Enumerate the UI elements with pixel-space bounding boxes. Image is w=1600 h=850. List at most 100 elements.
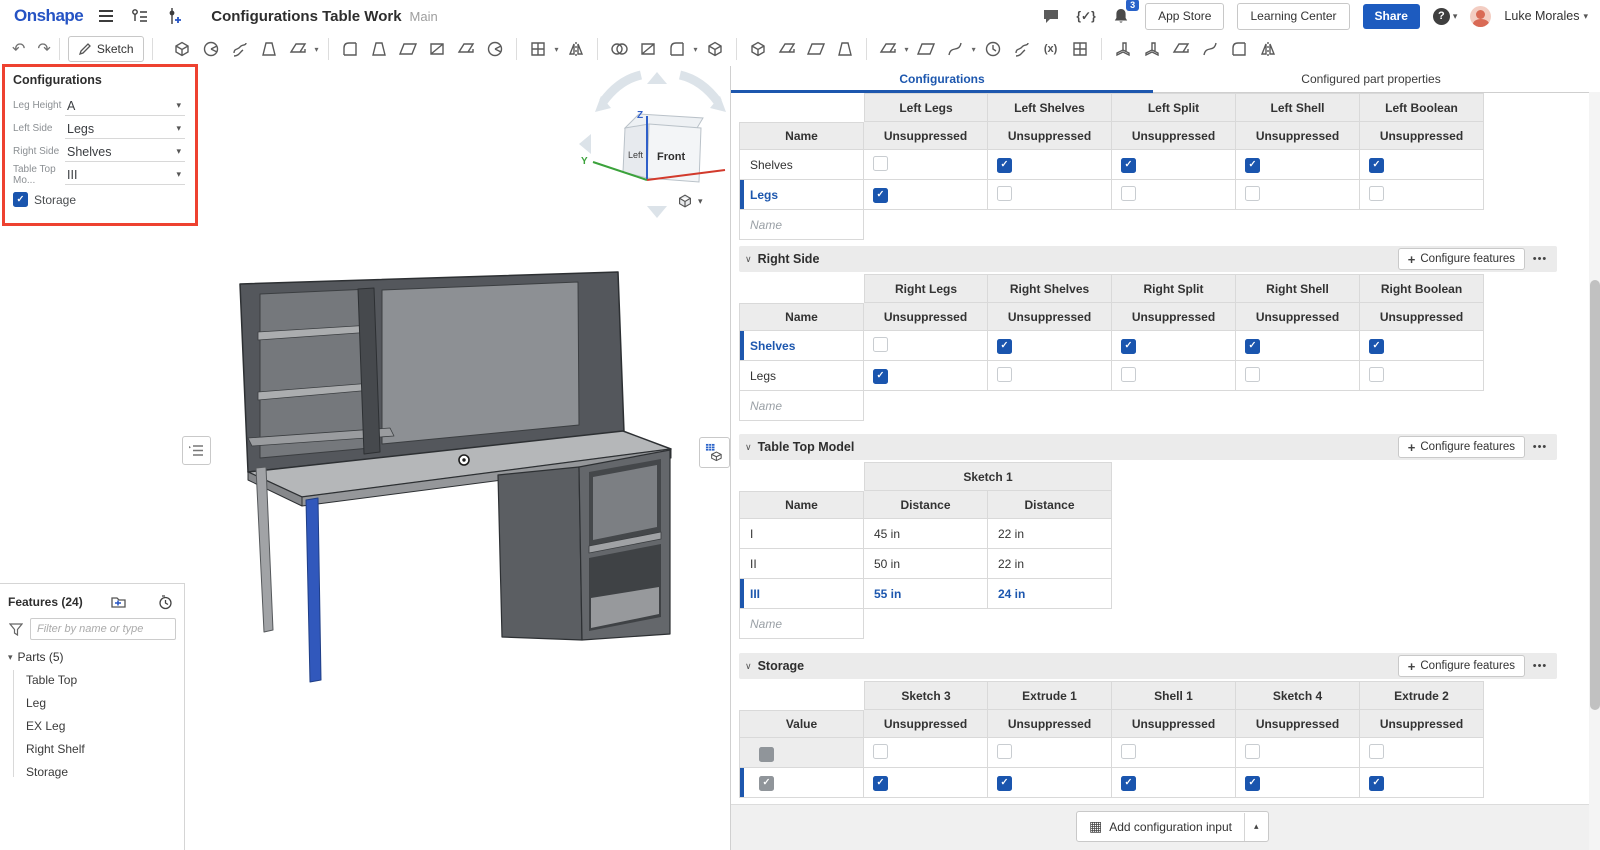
row-name-cell[interactable] [739, 738, 864, 768]
storage-checkbox-row[interactable]: Storage [13, 192, 187, 207]
suppression-cell[interactable] [1236, 331, 1360, 361]
checkbox-unchecked[interactable] [1121, 186, 1136, 201]
suppression-cell[interactable] [1236, 361, 1360, 391]
fill-icon[interactable] [913, 36, 939, 62]
suppression-cell[interactable] [864, 331, 988, 361]
checkbox-checked[interactable] [873, 776, 888, 791]
checkbox-checked[interactable] [1121, 339, 1136, 354]
table-row[interactable]: III55 in24 in [739, 579, 1112, 609]
flange-icon[interactable] [1139, 36, 1165, 62]
dropdown-caret-icon[interactable]: ▾ [694, 45, 698, 54]
overflow-menu-button[interactable]: ••• [1529, 437, 1551, 457]
redo-icon[interactable]: ↷ [37, 39, 50, 59]
chamfer-icon[interactable] [366, 36, 392, 62]
new-row-name-input[interactable]: Name [739, 210, 864, 240]
suppression-cell[interactable] [1360, 738, 1484, 768]
checkbox-checked[interactable] [759, 776, 774, 791]
vertical-scrollbar[interactable] [1589, 92, 1600, 850]
share-button[interactable]: Share [1363, 4, 1420, 29]
view-cube[interactable]: Left Front Z Y X [573, 66, 748, 226]
mirror-icon[interactable] [563, 36, 589, 62]
chevron-down-icon[interactable]: ▾ [176, 123, 181, 134]
checkbox-checked[interactable] [997, 158, 1012, 173]
checkbox-checked[interactable] [1369, 158, 1384, 173]
suppression-cell[interactable] [1112, 738, 1236, 768]
suppression-cell[interactable] [1360, 180, 1484, 210]
dropdown-caret-icon[interactable]: ▾ [315, 45, 319, 54]
help-menu-button[interactable]: ? ▾ [1433, 8, 1458, 25]
checkbox-checked[interactable] [997, 339, 1012, 354]
scrollbar-thumb[interactable] [1590, 280, 1600, 710]
row-name-cell[interactable]: Shelves [739, 331, 864, 361]
suppression-cell[interactable] [1360, 768, 1484, 798]
fillet-icon[interactable] [337, 36, 363, 62]
revolve-icon[interactable] [198, 36, 224, 62]
versions-history-icon[interactable] [129, 5, 151, 27]
suppression-cell[interactable] [1112, 150, 1236, 180]
table-row[interactable]: Legs [739, 361, 1484, 391]
part-item-ex-leg[interactable]: EX Leg [0, 714, 184, 737]
finish-icon[interactable] [1255, 36, 1281, 62]
boss-extrude-icon[interactable] [169, 36, 195, 62]
value-cell[interactable]: 22 in [988, 519, 1112, 549]
row-name-cell[interactable]: III [739, 579, 864, 609]
checkbox-unchecked[interactable] [873, 337, 888, 352]
checkbox-unchecked[interactable] [873, 744, 888, 759]
new-row-name-input[interactable]: Name [739, 609, 864, 639]
checkbox-unchecked[interactable] [873, 156, 888, 171]
checkbox-unchecked[interactable] [1121, 744, 1136, 759]
rotate-up-arrow[interactable] [647, 72, 667, 84]
table-row[interactable]: I45 in22 in [739, 519, 1112, 549]
storage-checkbox[interactable] [13, 192, 28, 207]
value-cell[interactable]: 50 in [864, 549, 988, 579]
table-row[interactable]: Name [739, 391, 1484, 421]
checkbox-unchecked[interactable] [1369, 186, 1384, 201]
user-avatar[interactable] [1470, 6, 1491, 27]
value-cell[interactable]: 55 in [864, 579, 988, 609]
value-cell[interactable]: 22 in [988, 549, 1112, 579]
configuration-panel-toggle-button[interactable] [699, 437, 730, 468]
filter-funnel-icon[interactable] [8, 619, 24, 639]
part-item-table-top[interactable]: Table Top [0, 668, 184, 691]
row-value-checkbox[interactable] [759, 743, 774, 762]
suppression-cell[interactable] [1236, 738, 1360, 768]
checkbox-checked[interactable] [873, 369, 888, 384]
table-row[interactable]: Shelves [739, 150, 1484, 180]
delete-face-icon[interactable] [702, 36, 728, 62]
hole-icon[interactable] [482, 36, 508, 62]
checkbox-checked[interactable] [1245, 776, 1260, 791]
suppression-cell[interactable] [988, 738, 1112, 768]
suppression-cell[interactable] [988, 331, 1112, 361]
value-cell[interactable]: 24 in [988, 579, 1112, 609]
suppression-cell[interactable] [988, 361, 1112, 391]
sweep-icon[interactable] [227, 36, 253, 62]
row-name-cell[interactable] [739, 768, 864, 798]
checkbox-unchecked[interactable] [1369, 367, 1384, 382]
checkbox-unchecked[interactable] [1369, 744, 1384, 759]
chevron-down-icon[interactable]: ∨ [745, 442, 752, 453]
sheet-metal-model-icon[interactable] [1110, 36, 1136, 62]
table-row[interactable] [739, 738, 1484, 768]
checkbox-unchecked[interactable] [1245, 367, 1260, 382]
configure-features-button[interactable]: +Configure features [1398, 436, 1525, 458]
frames-icon[interactable] [1067, 36, 1093, 62]
checkbox-checked[interactable] [1369, 776, 1384, 791]
suppression-cell[interactable] [1360, 150, 1484, 180]
dropdown-caret-icon[interactable]: ▾ [972, 45, 976, 54]
table-row[interactable]: Name [739, 609, 1112, 639]
checkbox-checked[interactable] [873, 188, 888, 203]
row-name-cell[interactable]: Legs [739, 180, 864, 210]
row-name-cell[interactable]: Shelves [739, 150, 864, 180]
desk-3d-model[interactable] [222, 260, 674, 690]
checkbox-unchecked[interactable] [1245, 744, 1260, 759]
draft-icon[interactable] [395, 36, 421, 62]
part-item-storage[interactable]: Storage [0, 760, 184, 783]
suppression-cell[interactable] [864, 180, 988, 210]
configure-features-button[interactable]: +Configure features [1398, 655, 1525, 677]
value-cell[interactable]: 45 in [864, 519, 988, 549]
curves-icon[interactable] [942, 36, 968, 62]
featurescript-icon[interactable]: {✓} [1075, 5, 1097, 27]
enclose-icon[interactable] [832, 36, 858, 62]
suppression-cell[interactable] [1360, 361, 1484, 391]
suppression-cell[interactable] [864, 738, 988, 768]
